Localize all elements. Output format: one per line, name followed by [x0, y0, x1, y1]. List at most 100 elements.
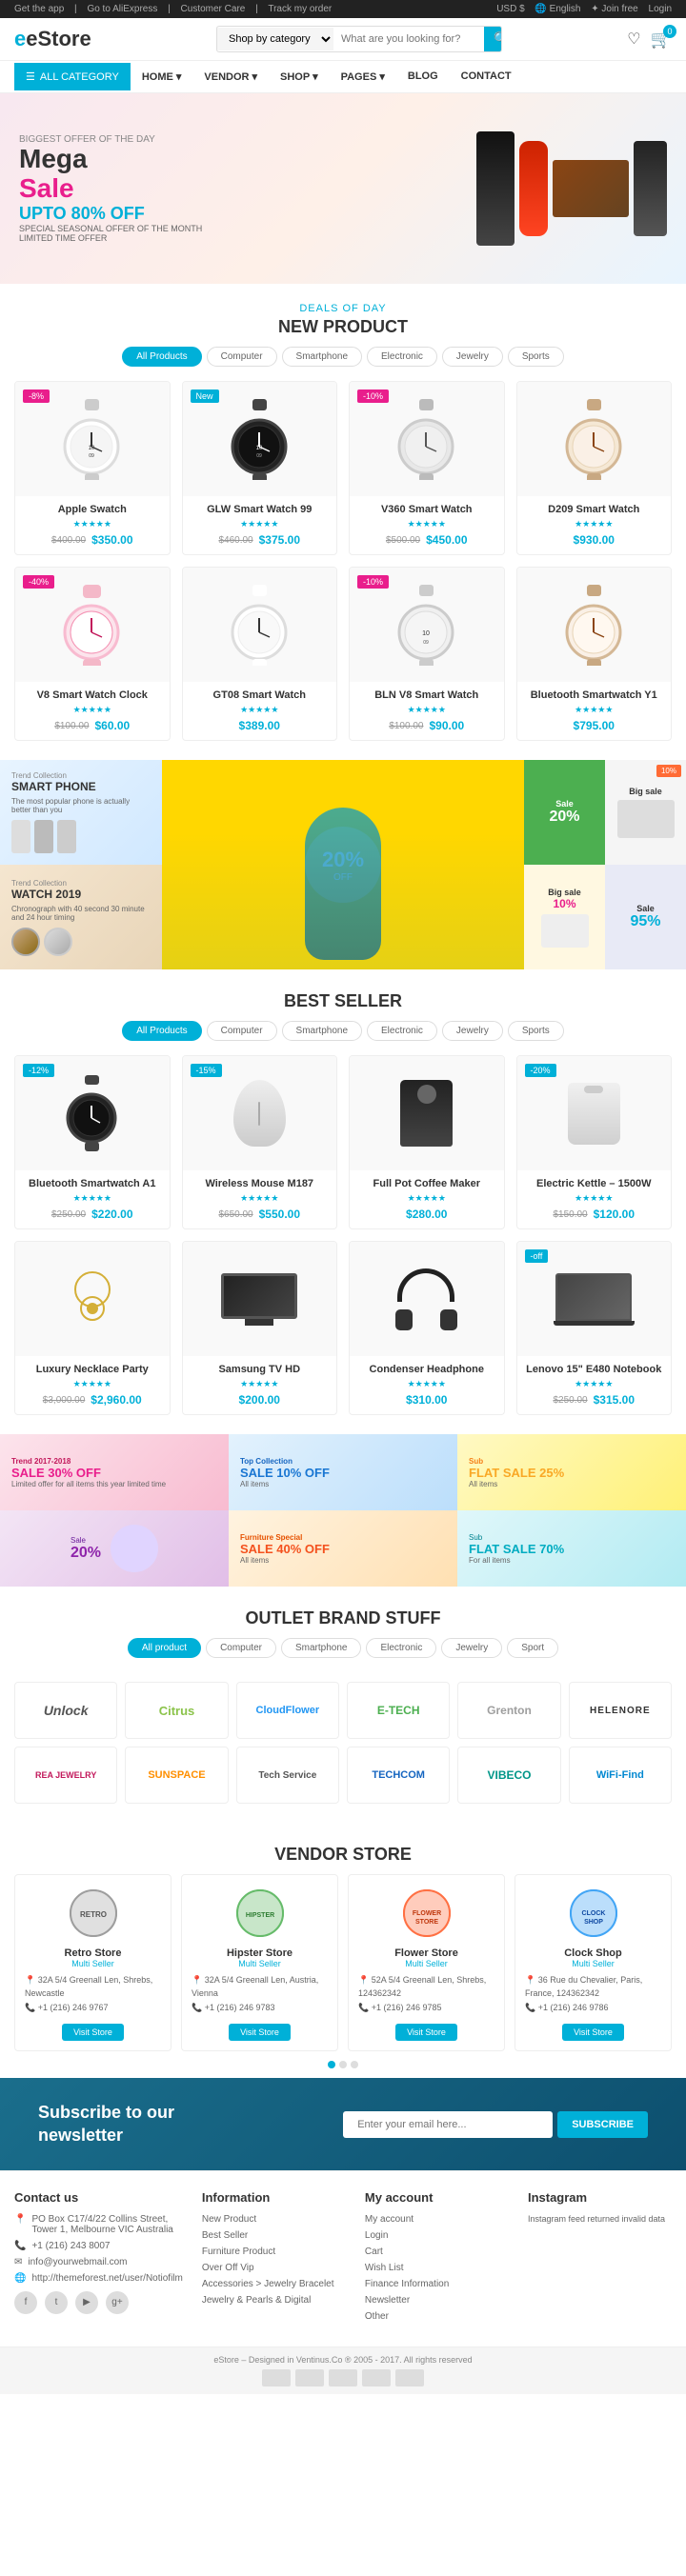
product-rating: ★★★★★	[23, 705, 162, 715]
topbar-track[interactable]: Track my order	[268, 4, 332, 14]
banner-big-sale-1[interactable]: 10% Big sale	[605, 760, 686, 865]
promo-banner-2[interactable]: Top Collection SALE 10% OFF All items	[229, 1434, 457, 1510]
promo-banner-5[interactable]: Furniture Special SALE 40% OFF All items	[229, 1510, 457, 1587]
all-category-button[interactable]: ☰ ALL CATEGORY	[14, 63, 131, 90]
footer-link-other[interactable]: Other	[365, 2311, 389, 2322]
svg-text:09: 09	[256, 453, 262, 459]
brand-etech[interactable]: E-TECH	[347, 1682, 450, 1739]
nav-shop[interactable]: SHOP ▾	[269, 61, 330, 92]
brand-cloudflower[interactable]: CloudFlower	[236, 1682, 339, 1739]
brand-techservice[interactable]: Tech Service	[236, 1747, 339, 1804]
vendor-visit-btn[interactable]: Visit Store	[562, 2024, 624, 2041]
brand-wifind[interactable]: WiFi-Find	[569, 1747, 672, 1804]
tab-all-products[interactable]: All Products	[122, 347, 201, 367]
footer-link-wishlist[interactable]: Wish List	[365, 2263, 404, 2273]
brand-sunspace[interactable]: SUNSPACE	[125, 1747, 228, 1804]
footer-link-best-seller[interactable]: Best Seller	[202, 2230, 248, 2241]
twitter-icon[interactable]: t	[45, 2291, 68, 2314]
vendor-visit-btn[interactable]: Visit Store	[62, 2024, 124, 2041]
promo-banner-4[interactable]: Sale 20%	[0, 1510, 229, 1587]
footer-link-over-off[interactable]: Over Off Vip	[202, 2263, 254, 2273]
outlet-tab-computer[interactable]: Computer	[206, 1638, 276, 1658]
currency-selector[interactable]: USD $	[496, 4, 524, 14]
category-dropdown[interactable]: Shop by category	[217, 28, 333, 50]
bs-tab-jewelry[interactable]: Jewelry	[442, 1021, 503, 1041]
tab-jewelry[interactable]: Jewelry	[442, 347, 503, 367]
tab-electronic[interactable]: Electronic	[367, 347, 437, 367]
cart-icon[interactable]: 🛒 0	[651, 30, 672, 50]
googleplus-icon[interactable]: g+	[106, 2291, 129, 2314]
outlet-tab-all[interactable]: All product	[128, 1638, 201, 1658]
vendor-visit-btn[interactable]: Visit Store	[229, 2024, 291, 2041]
bs-tab-all[interactable]: All Products	[122, 1021, 201, 1041]
promo-banner-3[interactable]: Sub FLAT SALE 25% All items	[457, 1434, 686, 1510]
tab-computer[interactable]: Computer	[207, 347, 277, 367]
product-badge: -10%	[357, 575, 389, 589]
footer-link-furniture[interactable]: Furniture Product	[202, 2247, 275, 2257]
nav-home[interactable]: HOME ▾	[131, 61, 193, 92]
banner-smartphone[interactable]: Trend Collection SMART PHONE The most po…	[0, 760, 162, 865]
bs-tab-computer[interactable]: Computer	[207, 1021, 277, 1041]
dot-2[interactable]	[339, 2061, 347, 2068]
facebook-icon[interactable]: f	[14, 2291, 37, 2314]
language-selector[interactable]: 🌐 English	[535, 4, 580, 14]
newsletter-subscribe-button[interactable]: SUBSCRIBE	[557, 2111, 648, 2138]
footer-link-finance[interactable]: Finance Information	[365, 2279, 449, 2289]
bs-tab-electronic[interactable]: Electronic	[367, 1021, 437, 1041]
login-link[interactable]: Login	[649, 4, 672, 14]
tab-sports[interactable]: Sports	[508, 347, 564, 367]
footer-link-accessories[interactable]: Accessories > Jewelry Bracelet	[202, 2279, 334, 2289]
banner-center-sale[interactable]: 20% OFF	[162, 760, 524, 969]
footer-website[interactable]: 🌐 http://themeforest.net/user/Notiofilm	[14, 2273, 183, 2284]
banner-sale-95[interactable]: Sale 95%	[605, 865, 686, 969]
footer-link-jewelry[interactable]: Jewelry & Pearls & Digital	[202, 2295, 311, 2306]
dot-1[interactable]	[328, 2061, 335, 2068]
join-link[interactable]: ✦ Join free	[591, 4, 638, 14]
nav-contact[interactable]: CONTACT	[450, 61, 523, 91]
promo-banner-6[interactable]: Sub FLAT SALE 70% For all items	[457, 1510, 686, 1587]
outlet-tab-electronic[interactable]: Electronic	[366, 1638, 436, 1658]
dot-3[interactable]	[351, 2061, 358, 2068]
product-rating: ★★★★★	[525, 1193, 664, 1204]
price-new: $60.00	[94, 719, 130, 732]
nav-vendor[interactable]: VENDOR ▾	[192, 61, 269, 92]
tab-smartphone[interactable]: Smartphone	[282, 347, 362, 367]
promo-banner-1[interactable]: Trend 2017-2018 SALE 30% OFF Limited off…	[0, 1434, 229, 1510]
brand-helenore[interactable]: HELENORE	[569, 1682, 672, 1739]
brand-citrus[interactable]: Citrus	[125, 1682, 228, 1739]
footer-info-col: Information New Product Best Seller Furn…	[202, 2190, 346, 2327]
footer-link-login[interactable]: Login	[365, 2230, 388, 2241]
nav-blog[interactable]: BLOG	[396, 61, 450, 91]
vendor-info: 📍 52A 5/4 Greenall Len, Shrebs, 12436234…	[358, 1973, 494, 2014]
brand-techcom[interactable]: TECHCOM	[347, 1747, 450, 1804]
footer-link-new-product[interactable]: New Product	[202, 2214, 256, 2225]
outlet-tab-jewelry[interactable]: Jewelry	[441, 1638, 502, 1658]
newsletter-email-input[interactable]	[343, 2111, 553, 2138]
nav-pages[interactable]: PAGES ▾	[330, 61, 396, 92]
brand-grenton[interactable]: Grenton	[457, 1682, 560, 1739]
wishlist-icon[interactable]: ♡	[627, 30, 640, 49]
search-input[interactable]	[333, 29, 484, 50]
youtube-icon[interactable]: ▶	[75, 2291, 98, 2314]
topbar-left: Get the app | Go to AliExpress | Custome…	[14, 4, 339, 14]
search-button[interactable]: 🔍	[484, 27, 502, 51]
footer-contact-col: Contact us 📍 PO Box C17/4/22 Collins Str…	[14, 2190, 183, 2327]
banner-sale-20[interactable]: Sale 20%	[524, 760, 605, 865]
topbar-aliexpress[interactable]: Go to AliExpress	[87, 4, 157, 14]
footer-link-my-account[interactable]: My account	[365, 2214, 414, 2225]
vendor-visit-btn[interactable]: Visit Store	[395, 2024, 457, 2041]
brand-rea[interactable]: REA JEWELRY	[14, 1747, 117, 1804]
footer-link-cart[interactable]: Cart	[365, 2247, 383, 2257]
brand-vibeco[interactable]: VIBECO	[457, 1747, 560, 1804]
footer-email[interactable]: ✉ info@yourwebmail.com	[14, 2257, 183, 2267]
footer-link-newsletter[interactable]: Newsletter	[365, 2295, 410, 2306]
banner-watch-2019[interactable]: Trend Collection WATCH 2019 Chronograph …	[0, 865, 162, 969]
topbar-care[interactable]: Customer Care	[181, 4, 246, 14]
banner-big-sale-2[interactable]: Big sale 10%	[524, 865, 605, 969]
brand-unlock[interactable]: Unlock	[14, 1682, 117, 1739]
outlet-tab-sport[interactable]: Sport	[507, 1638, 558, 1658]
topbar-app[interactable]: Get the app	[14, 4, 64, 14]
bs-tab-smartphone[interactable]: Smartphone	[282, 1021, 362, 1041]
bs-tab-sports[interactable]: Sports	[508, 1021, 564, 1041]
outlet-tab-smartphone[interactable]: Smartphone	[281, 1638, 361, 1658]
